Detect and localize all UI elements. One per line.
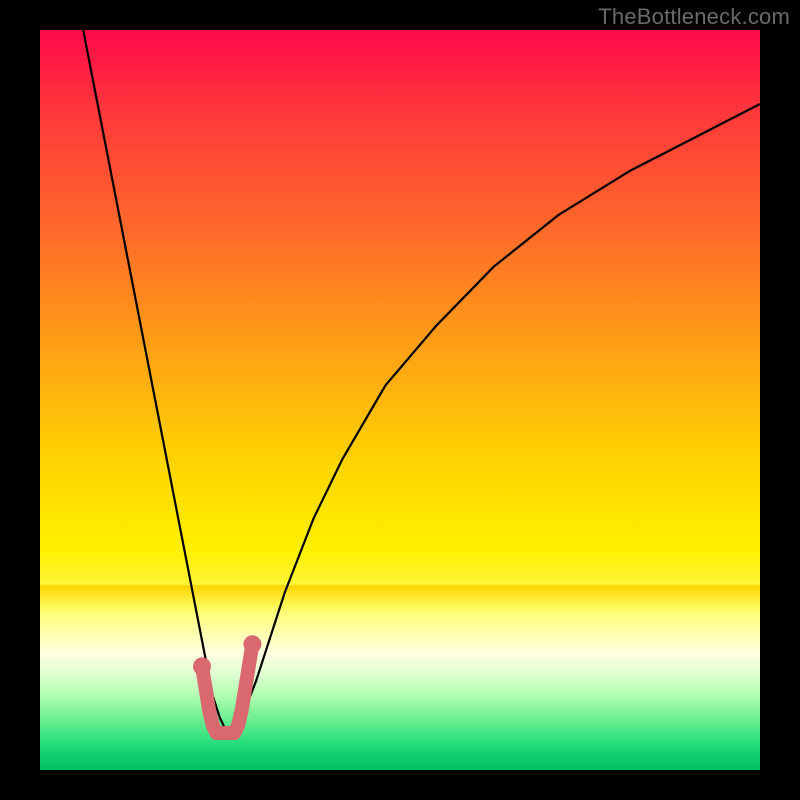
optimal-marker-path (202, 644, 252, 733)
curve-layer (40, 30, 760, 770)
bottleneck-curve (83, 30, 760, 733)
optimal-marker-dot (193, 657, 211, 675)
optimal-marker-dot (243, 635, 261, 653)
chart-frame: TheBottleneck.com (0, 0, 800, 800)
watermark-text: TheBottleneck.com (598, 4, 790, 30)
plot-area (40, 30, 760, 770)
